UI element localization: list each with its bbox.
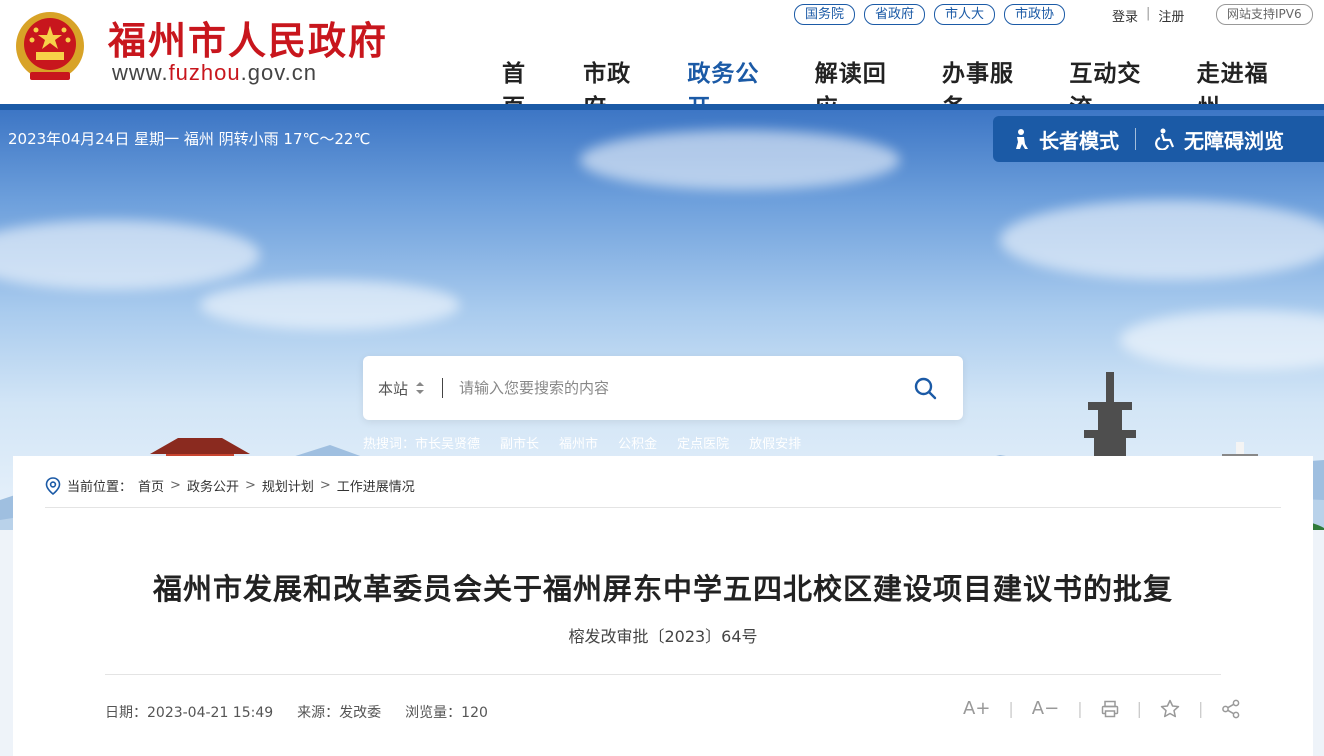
star-icon [1160, 699, 1180, 718]
site-name[interactable]: 福州市人民政府 [108, 10, 388, 65]
site-domain: www.fuzhou.gov.cn [112, 60, 317, 86]
breadcrumb: 当前位置： 首页 > 政务公开 > 规划计划 > 工作进展情况 [45, 476, 415, 495]
printer-icon [1101, 700, 1118, 717]
breadcrumb-separator: > [319, 478, 331, 493]
hot-search-item: 热搜词：市长吴贤德 [363, 433, 480, 452]
domain-main: fuzhou [168, 60, 241, 85]
register-link[interactable]: 注册 [1158, 6, 1184, 25]
article-meta: 日期：2023-04-21 15:49 来源：发改委 浏览量：120 [105, 702, 488, 722]
account-separator: | [1146, 6, 1151, 21]
breadcrumb-divider [45, 507, 1281, 508]
cloud-decoration [580, 130, 900, 190]
hot-word-holiday[interactable]: 放假安排 [749, 433, 801, 452]
top-link-province[interactable]: 省政府 [864, 4, 926, 25]
tool-separator: | [1008, 699, 1014, 718]
hot-word-hospital[interactable]: 定点医院 [677, 433, 729, 452]
breadcrumb-separator: > [170, 478, 181, 493]
favorite-button[interactable] [1160, 699, 1180, 718]
search-scope-select[interactable]: 本站 [378, 378, 425, 399]
tool-separator: | [1197, 699, 1204, 718]
national-emblem-icon [16, 12, 84, 80]
breadcrumb-home[interactable]: 首页 [138, 476, 164, 495]
hot-search-label: 热搜词： [363, 437, 416, 452]
breadcrumb-government-affairs[interactable]: 政务公开 [187, 476, 239, 495]
tool-separator: | [1077, 699, 1083, 718]
hot-word-fuzhou[interactable]: 福州市 [559, 433, 598, 452]
article-tools: A+ | A− | | | [963, 698, 1241, 719]
login-link[interactable]: 登录 [1112, 6, 1138, 25]
hot-word-mayor[interactable]: 市长吴贤德 [415, 437, 480, 452]
font-increase-button[interactable]: A+ [963, 698, 990, 719]
search-icon[interactable] [913, 376, 937, 400]
hot-word-housing-fund[interactable]: 公积金 [618, 433, 657, 452]
domain-prefix: www. [112, 60, 169, 85]
accessible-browse-button[interactable]: 无障碍浏览 [1136, 125, 1284, 154]
elder-mode-button[interactable]: 长者模式 [993, 125, 1119, 154]
search-scope-divider [442, 378, 444, 398]
cloud-decoration [200, 280, 460, 330]
search-scope-label: 本站 [378, 379, 409, 398]
meta-divider [105, 674, 1221, 675]
document-number: 榕发改审批〔2023〕64号 [568, 627, 758, 646]
elder-icon [1016, 129, 1028, 149]
cloud-decoration [0, 220, 260, 290]
publish-date: 日期：2023-04-21 15:49 [105, 705, 274, 721]
article-title: 福州市发展和改革委员会关于福州屏东中学五四北校区建设项目建议书的批复 [152, 572, 1173, 606]
tool-separator: | [1136, 699, 1142, 718]
sort-arrows-icon [416, 382, 425, 394]
top-link-cppcc[interactable]: 市政协 [1004, 4, 1066, 25]
domain-suffix: .gov.cn [240, 60, 317, 85]
search-box: 本站 [363, 356, 963, 420]
view-count: 浏览量：120 [405, 705, 488, 721]
site-header: 福州市人民政府 www.fuzhou.gov.cn 国务院 省政府 市人大 市政… [0, 0, 1324, 121]
breadcrumb-planning[interactable]: 规划计划 [262, 476, 314, 495]
account-links: 登录 | 注册 [1112, 6, 1184, 25]
top-link-npc[interactable]: 市人大 [934, 4, 996, 25]
article-card: 当前位置： 首页 > 政务公开 > 规划计划 > 工作进展情况 福州市发展和改革… [13, 456, 1313, 756]
share-button[interactable] [1221, 699, 1241, 719]
breadcrumb-label: 当前位置： [67, 480, 133, 495]
share-icon [1222, 699, 1240, 718]
accessible-browse-label: 无障碍浏览 [1184, 128, 1284, 153]
top-links: 国务院 省政府 市人大 市政协 [794, 4, 1066, 25]
date-weather: 2023年04月24日 星期一 福州 阴转小雨 17℃～22℃ [8, 130, 371, 148]
article-source: 来源：发改委 [297, 705, 382, 721]
print-button[interactable] [1101, 700, 1119, 718]
wheelchair-icon [1155, 128, 1175, 150]
location-pin-icon [45, 476, 61, 495]
accessibility-bar: 长者模式 无障碍浏览 [993, 116, 1324, 162]
font-decrease-button[interactable]: A− [1032, 698, 1059, 719]
ipv6-badge: 网站支持IPV6 [1216, 4, 1313, 25]
breadcrumb-separator: > [244, 478, 256, 493]
breadcrumb-progress[interactable]: 工作进展情况 [337, 476, 415, 495]
search-input[interactable] [459, 379, 880, 397]
hot-search: 热搜词：市长吴贤德 副市长 福州市 公积金 定点医院 放假安排 [363, 433, 801, 452]
cloud-decoration [1000, 200, 1324, 280]
elder-mode-label: 长者模式 [1039, 128, 1119, 153]
top-link-state-council[interactable]: 国务院 [794, 4, 856, 25]
hot-word-vice-mayor[interactable]: 副市长 [500, 433, 539, 452]
